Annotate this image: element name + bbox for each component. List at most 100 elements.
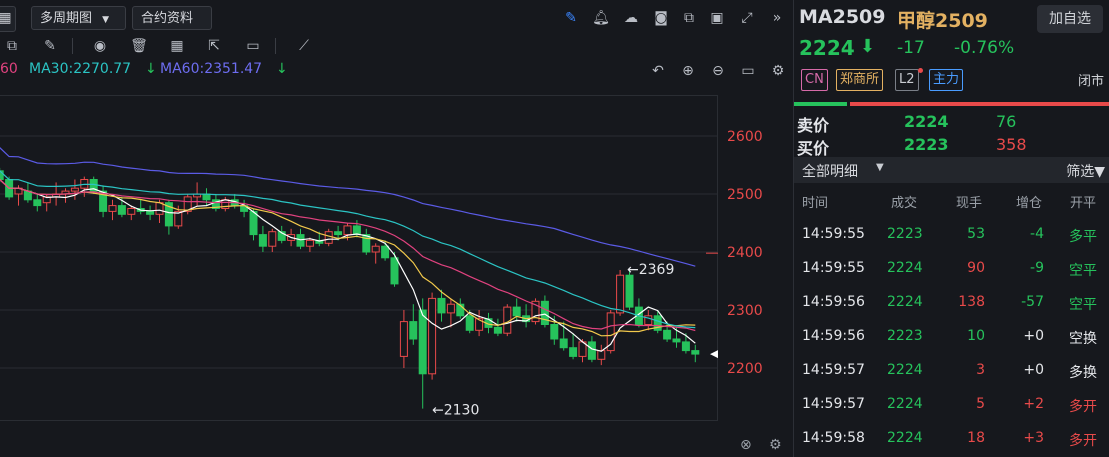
- detail-title: 全部明细: [802, 164, 858, 180]
- candle-body: [446, 303, 455, 314]
- trade-price: 2223: [887, 226, 923, 242]
- candle-body: [512, 306, 521, 317]
- trade-row: 14:59:56 2223 10 +0 空换: [794, 320, 1109, 354]
- candle-body: [362, 234, 371, 253]
- filter-button[interactable]: 筛选▼: [1066, 161, 1105, 181]
- current-price-marker: [710, 350, 718, 359]
- candle-body: [371, 245, 380, 253]
- close-circle-icon[interactable]: ⊗: [740, 437, 752, 453]
- bid-volume: 358: [996, 135, 1027, 154]
- trade-time: 14:59:56: [802, 294, 865, 310]
- candle-body: [418, 309, 427, 375]
- candle-body: [663, 329, 672, 340]
- candle-body: [437, 297, 446, 314]
- candle-body: [108, 205, 117, 212]
- trade-time: 14:59:55: [802, 226, 865, 242]
- notification-dot: [918, 68, 923, 73]
- trade-oi: +0: [1023, 328, 1044, 344]
- price-annotation: ←2369: [627, 262, 674, 278]
- badge-l2: L2: [895, 69, 919, 91]
- candlestick-chart[interactable]: 2600 2500 2400 2300 2200 ←2369 ←2130: [0, 0, 793, 457]
- badge-cn: CN: [801, 69, 828, 91]
- col-type: 开平: [1070, 196, 1097, 211]
- symbol-name: 甲醇2509: [897, 10, 988, 32]
- add-watchlist-button[interactable]: 加自选: [1037, 5, 1103, 33]
- last-price: 2224: [799, 36, 855, 60]
- trade-volume: 10: [967, 328, 985, 344]
- trade-price: 2224: [887, 430, 923, 446]
- trade-row: 14:59:55 2223 53 -4 多平: [794, 218, 1109, 252]
- market-status: 闭市: [1077, 74, 1104, 89]
- trade-type: 多开: [1069, 399, 1097, 415]
- candle-body: [399, 321, 408, 357]
- trade-row: 14:59:56 2224 138 -57 空平: [794, 286, 1109, 320]
- trade-volume: 3: [976, 362, 985, 378]
- trade-time: 14:59:57: [802, 362, 865, 378]
- y-tick-label: 2600: [727, 129, 763, 145]
- candle-body: [305, 239, 314, 247]
- candle-body: [268, 231, 277, 247]
- trade-price: 2224: [887, 260, 923, 276]
- ask-label: 卖价: [797, 116, 830, 135]
- filter-icon: ▼: [1094, 164, 1105, 180]
- candle-body: [493, 326, 502, 334]
- trade-oi: +0: [1023, 362, 1044, 378]
- candle-body: [343, 225, 352, 236]
- trade-volume: 53: [967, 226, 985, 242]
- symbol-code: MA2509: [799, 6, 886, 28]
- trade-oi: +3: [1023, 430, 1044, 446]
- bid-price: 2223: [904, 135, 949, 154]
- col-price: 成交: [891, 196, 918, 211]
- quote-panel: MA2509 甲醇2509 加自选 2224 ⬇ -17 -0.76% CN 郑…: [794, 0, 1109, 457]
- y-tick-label: 2200: [727, 361, 763, 377]
- col-time: 时间: [802, 196, 829, 211]
- y-tick-label: 2400: [727, 245, 763, 261]
- badge-main: 主力: [929, 69, 964, 91]
- candle-body: [155, 202, 164, 215]
- chart-panel: ▦ 多周期图 ▼ 合约资料 ✎ 🔔︎ ☁ ◙ ⧉ ▣ ⤢ » ⧉ ✎ ◉ 🗑︎ …: [0, 0, 793, 457]
- filter-label: 筛选: [1066, 164, 1095, 180]
- candle-body: [70, 187, 79, 192]
- trade-row: 14:59:57 2224 5 +2 多开: [794, 388, 1109, 422]
- candle-body: [672, 338, 681, 343]
- trade-row: 14:59:57 2224 3 +0 多换: [794, 354, 1109, 388]
- badge-exchange: 郑商所: [836, 69, 884, 91]
- candle-body: [249, 210, 258, 236]
- candle-body: [428, 297, 437, 375]
- col-oi: 增仓: [1016, 196, 1043, 211]
- trade-time: 14:59:58: [802, 430, 865, 446]
- candle-body: [334, 231, 343, 236]
- bid-strength-bar: [794, 102, 847, 106]
- candle-body: [559, 338, 568, 349]
- trade-oi: -9: [1030, 260, 1044, 276]
- trade-type: 空平: [1069, 263, 1097, 279]
- candle-body: [569, 347, 578, 357]
- trade-price: 2223: [887, 328, 923, 344]
- trade-volume: 138: [958, 294, 985, 310]
- trade-type: 多平: [1069, 229, 1097, 245]
- trade-type: 多开: [1069, 433, 1097, 449]
- candle-body: [33, 199, 42, 207]
- candle-body: [381, 245, 390, 259]
- candle-body: [625, 274, 634, 308]
- trade-detail-header[interactable]: 全部明细 ▼ 筛选▼: [794, 157, 1109, 183]
- trade-oi: -57: [1021, 294, 1044, 310]
- candle-body: [550, 324, 559, 340]
- arrow-down-icon: ⬇: [860, 36, 876, 57]
- trade-row: 14:59:58 2224 18 +3 多开: [794, 422, 1109, 456]
- trade-price: 2224: [887, 294, 923, 310]
- candle-body: [117, 205, 126, 215]
- candle-body: [409, 321, 418, 340]
- chevron-down-icon: ▼: [876, 162, 884, 173]
- price-annotation: ←2130: [432, 403, 479, 419]
- candle-body: [691, 350, 700, 355]
- candle-body: [324, 231, 333, 244]
- trade-volume: 5: [976, 396, 985, 412]
- candle-body: [681, 341, 690, 352]
- candle-body: [258, 234, 267, 247]
- bid-label: 买价: [797, 139, 830, 158]
- price-change: -17: [897, 38, 925, 58]
- trade-row: 14:59:55 2224 90 -9 空平: [794, 252, 1109, 286]
- settings-icon[interactable]: ⚙: [769, 437, 782, 453]
- candle-body: [127, 208, 136, 215]
